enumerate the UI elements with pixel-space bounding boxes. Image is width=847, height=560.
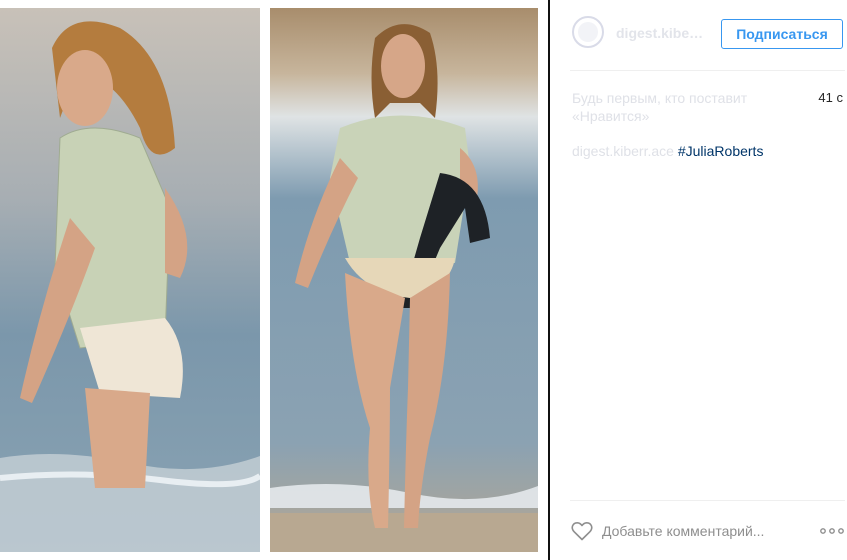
header-divider [570,70,845,71]
avatar[interactable] [572,16,604,48]
heart-outline-icon[interactable] [570,519,594,543]
comment-bar [570,515,845,551]
post-header: digest.kiberr... Подписаться [550,0,847,68]
post-side-panel: digest.kiberr... Подписаться Будь первым… [550,0,847,560]
ellipsis-icon[interactable] [819,521,845,541]
comment-username[interactable]: digest.kiberr.ace [572,143,674,159]
hashtag-link[interactable]: #JuliaRoberts [678,143,764,159]
post-media [0,0,548,560]
photo-right [270,8,538,552]
comment-input[interactable] [602,520,802,542]
photo-left [0,8,260,552]
post-time[interactable]: 41 с [798,90,843,105]
username[interactable]: digest.kiberr... [616,25,706,41]
actions-divider [570,500,845,501]
likes-caption: Будь первым, кто поставит «Нравится» [572,90,748,124]
beach-photo-right [270,8,538,552]
follow-button[interactable]: Подписаться [721,19,843,49]
beach-photo-left [0,8,260,552]
post-comment: digest.kiberr.ace #JuliaRoberts [572,143,832,159]
